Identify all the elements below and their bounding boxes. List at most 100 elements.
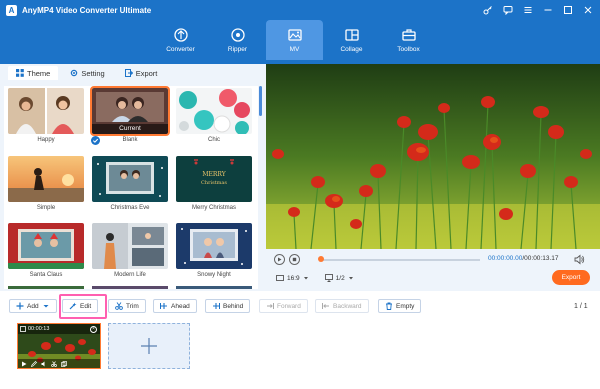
total-time: 00:00:13.17: [524, 255, 559, 262]
theme-label: Happy: [37, 137, 55, 143]
chevron-down-icon: [43, 305, 49, 308]
monitor-icon: [324, 274, 333, 282]
ahead-icon: [160, 303, 167, 309]
clip-remove-button[interactable]: ×: [90, 326, 97, 333]
video-clip[interactable]: 00:00:13 ×: [17, 323, 101, 369]
ahead-button[interactable]: Ahead: [153, 299, 197, 313]
theme-scrollbar[interactable]: [259, 86, 262, 116]
screen-page-value: 1/2: [335, 274, 345, 282]
plus-icon: [16, 302, 24, 310]
aspect-ratio-icon: [276, 275, 284, 281]
empty-button[interactable]: Empty: [378, 299, 422, 313]
export-button[interactable]: Export: [552, 270, 590, 285]
export-icon: [124, 69, 133, 77]
trash-icon: [386, 302, 392, 310]
toolbox-icon: [400, 26, 418, 44]
behind-button[interactable]: Behind: [205, 299, 251, 313]
tab-label: Toolbox: [397, 46, 420, 53]
close-icon[interactable]: [582, 4, 594, 16]
current-badge: Current: [92, 124, 168, 134]
tab-setting-label: Setting: [81, 68, 105, 78]
theme-snowy-night[interactable]: Snowy Night: [176, 223, 252, 278]
add-clip-button[interactable]: [108, 323, 190, 369]
play-icon: [278, 257, 282, 262]
tab-label: Collage: [340, 46, 363, 53]
theme-thumbnail: [8, 156, 84, 202]
theme-thumbnail: [8, 88, 84, 134]
theme-chic[interactable]: Chic: [176, 88, 252, 143]
play-icon[interactable]: [21, 361, 27, 367]
forward-button[interactable]: Forward: [259, 299, 308, 313]
edit-icon[interactable]: [31, 360, 37, 367]
theme-thumbnail: [92, 223, 168, 269]
svg-text:MERRY: MERRY: [202, 171, 226, 178]
progress-track[interactable]: [320, 259, 480, 261]
converter-icon: [172, 26, 190, 44]
theme-thumbnail: [92, 156, 168, 202]
theme-label: Blank: [91, 136, 168, 145]
theme-label: Santa Claus: [29, 272, 63, 278]
menu-icon[interactable]: [522, 4, 534, 16]
screen-page-select[interactable]: 1/2: [324, 274, 354, 282]
theme-panel: Theme Setting Export Happy Current Blank…: [0, 64, 266, 291]
backward-button[interactable]: Backward: [315, 299, 369, 313]
aspect-ratio-value: 16:9: [287, 274, 300, 282]
scissors-icon: [115, 302, 123, 310]
behind-icon: [213, 303, 220, 309]
edit-highlight-box: [59, 294, 107, 319]
theme-blank[interactable]: Current Blank: [90, 86, 170, 145]
tab-export[interactable]: Export: [117, 66, 166, 80]
page-count: 1 / 1: [574, 303, 588, 310]
tab-label: MV: [289, 46, 300, 53]
minimize-icon[interactable]: [542, 4, 554, 16]
stop-icon: [292, 257, 297, 262]
theme-simple[interactable]: Simple: [8, 156, 84, 211]
volume-icon[interactable]: [41, 361, 47, 367]
window-controls: [482, 4, 594, 16]
play-button[interactable]: [274, 254, 285, 265]
tab-toolbox[interactable]: Toolbox: [380, 20, 437, 60]
volume-icon[interactable]: [574, 254, 585, 265]
tab-converter[interactable]: Converter: [152, 20, 209, 60]
title-bar: A AnyMP4 Video Converter Ultimate Conver…: [0, 0, 600, 64]
player-controls: 00:00:00.00/00:00:13.17 16:9 1/2 Export: [266, 249, 600, 291]
tab-theme[interactable]: Theme: [8, 66, 59, 80]
theme-modern-life[interactable]: Modern Life: [92, 223, 168, 278]
theme-partial: [92, 286, 168, 289]
add-button[interactable]: Add: [9, 299, 57, 313]
check-icon: [91, 136, 100, 145]
theme-christmas-eve[interactable]: Christmas Eve: [92, 156, 168, 211]
key-icon[interactable]: [482, 4, 494, 16]
theme-label: Merry Christmas: [191, 205, 236, 211]
maximize-icon[interactable]: [562, 4, 574, 16]
ripper-icon: [229, 26, 247, 44]
tab-mv[interactable]: MV: [266, 20, 323, 60]
copy-icon[interactable]: [61, 360, 67, 367]
stop-button[interactable]: [289, 254, 300, 265]
clip-actions: [18, 359, 100, 368]
aspect-ratio-select[interactable]: 16:9: [276, 274, 309, 282]
tab-ripper[interactable]: Ripper: [209, 20, 266, 60]
chevron-down-icon: [348, 277, 353, 280]
chevron-down-icon: [303, 277, 308, 280]
clip-header: 00:00:13: [18, 324, 100, 334]
tab-collage[interactable]: Collage: [323, 20, 380, 60]
forward-icon: [267, 303, 274, 309]
clip-timeline: 00:00:13 ×: [0, 319, 600, 389]
gear-icon: [71, 69, 78, 77]
scissors-icon[interactable]: [51, 360, 57, 367]
tab-label: Ripper: [227, 46, 248, 53]
trim-button[interactable]: Trim: [108, 299, 146, 313]
theme-happy[interactable]: Happy: [8, 88, 84, 143]
tab-export-label: Export: [135, 68, 158, 78]
clip-duration: 00:00:13: [28, 326, 50, 332]
chat-icon[interactable]: [502, 4, 514, 16]
progress-handle[interactable]: [318, 256, 324, 262]
theme-label: Modern Life: [114, 272, 146, 278]
theme-partial: [176, 286, 252, 289]
app-logo: A: [6, 5, 17, 16]
tab-setting[interactable]: Setting: [62, 66, 112, 80]
theme-thumbnail: [8, 223, 84, 269]
theme-merry-christmas[interactable]: MERRY Christmas Merry Christmas: [176, 156, 252, 211]
theme-santa-claus[interactable]: Santa Claus: [8, 223, 84, 278]
